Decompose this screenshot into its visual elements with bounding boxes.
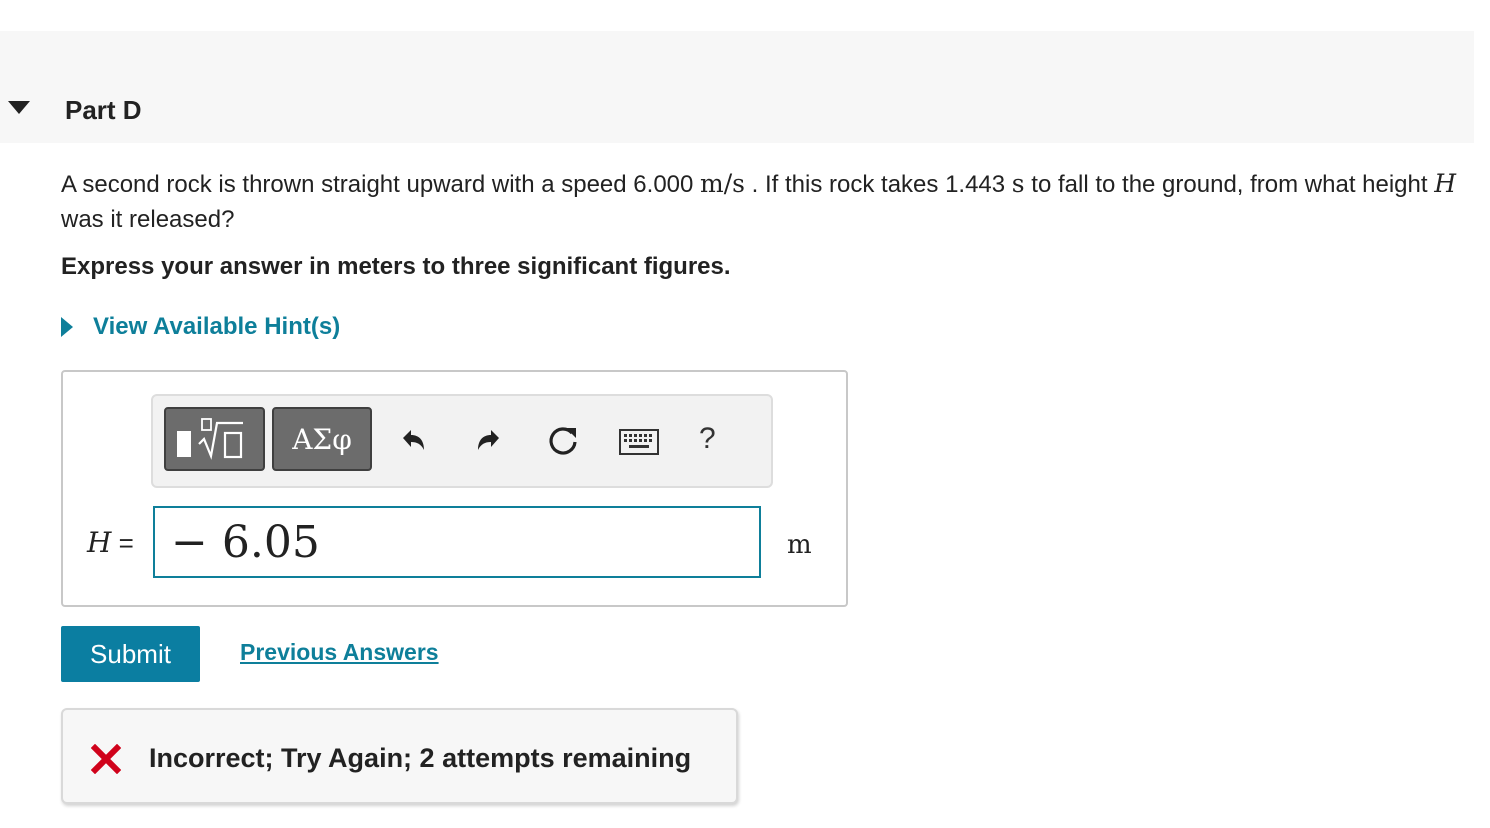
- submit-button[interactable]: Submit: [61, 626, 200, 682]
- answer-instruction: Express your answer in meters to three s…: [61, 253, 731, 280]
- greek-symbols-button[interactable]: ΑΣφ: [272, 407, 372, 471]
- undo-icon: [403, 430, 424, 450]
- hints-label: View Available Hint(s): [93, 313, 341, 340]
- speed-unit: m/s: [700, 169, 745, 198]
- answer-box: ΑΣφ ? H = − 6.05 m: [61, 370, 848, 607]
- redo-icon: [478, 430, 499, 450]
- time-unit: s: [1011, 169, 1025, 198]
- height-variable: H: [1434, 169, 1457, 198]
- math-toolbar: ΑΣφ ?: [151, 394, 773, 488]
- error-x-icon: [90, 743, 122, 779]
- feedback-text: Incorrect; Try Again; 2 attempts remaini…: [149, 743, 692, 773]
- previous-answers-link[interactable]: Previous Answers: [240, 639, 439, 666]
- help-button[interactable]: ?: [699, 422, 716, 456]
- part-title: Part D: [65, 95, 142, 125]
- reset-icon: [549, 427, 577, 455]
- undo-button[interactable]: [393, 422, 433, 462]
- redo-button[interactable]: [469, 422, 509, 462]
- answer-variable-label: H =: [87, 526, 134, 559]
- templates-icon: [176, 418, 243, 460]
- question-text: A second rock is thrown straight upward …: [61, 169, 1457, 233]
- keyboard-button[interactable]: [619, 422, 659, 462]
- answer-unit: m: [787, 530, 812, 560]
- feedback-box: Incorrect; Try Again; 2 attempts remaini…: [61, 708, 738, 804]
- keyboard-icon: [619, 429, 659, 455]
- answer-input[interactable]: − 6.05: [153, 506, 761, 578]
- reset-button[interactable]: [543, 422, 583, 462]
- part-header[interactable]: Part D: [0, 31, 1474, 143]
- view-hints-toggle[interactable]: View Available Hint(s): [61, 313, 340, 341]
- templates-button[interactable]: [164, 407, 265, 471]
- hints-caret-icon: [61, 317, 73, 337]
- collapse-caret-icon[interactable]: [8, 101, 30, 114]
- page: Part D A second rock is thrown straight …: [0, 0, 1490, 828]
